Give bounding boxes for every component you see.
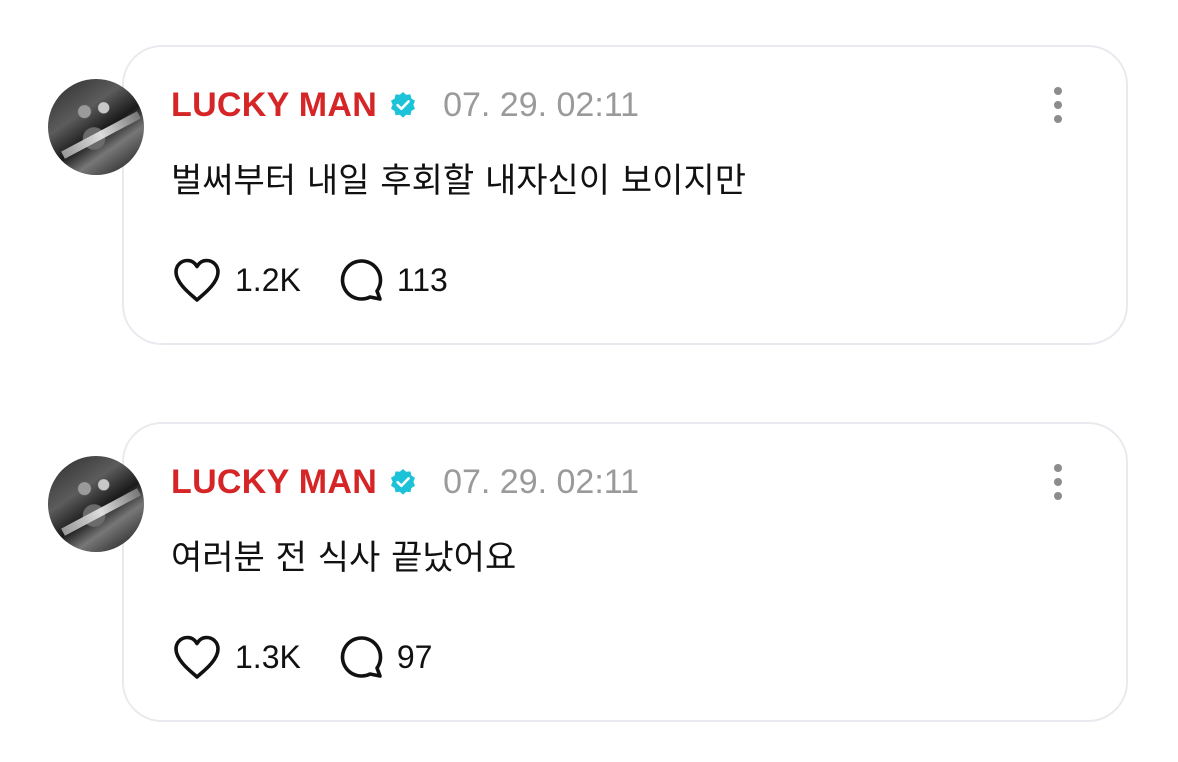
post-actions: 1.3K 97: [171, 632, 432, 682]
verified-badge-icon: [391, 469, 416, 495]
more-icon[interactable]: [1048, 464, 1068, 504]
comment-icon: [340, 259, 383, 301]
username[interactable]: LUCKY MAN: [171, 463, 377, 502]
heart-icon: [174, 258, 220, 302]
reply-button[interactable]: 113: [337, 257, 448, 303]
timestamp: 07. 29. 02:11: [443, 85, 640, 124]
post-header: LUCKY MAN 07. 29. 02:11: [171, 462, 639, 502]
avatar[interactable]: [48, 456, 144, 552]
post-card[interactable]: LUCKY MAN 07. 29. 02:11 여러분 전 식사 끝났어요 1.…: [48, 422, 1128, 722]
post-text: 벌써부터 내일 후회할 내자신이 보이지만: [171, 161, 746, 201]
like-count: 1.2K: [235, 261, 301, 298]
reply-count: 113: [396, 261, 448, 298]
like-button[interactable]: 1.3K: [171, 633, 301, 681]
like-button[interactable]: 1.2K: [171, 256, 301, 304]
timestamp: 07. 29. 02:11: [443, 462, 640, 501]
more-icon[interactable]: [1048, 87, 1068, 127]
reply-button[interactable]: 97: [337, 634, 433, 680]
post-actions: 1.2K 113: [171, 255, 448, 305]
heart-icon: [174, 635, 220, 679]
post-text: 여러분 전 식사 끝났어요: [171, 538, 517, 578]
comment-icon: [340, 636, 383, 678]
username[interactable]: LUCKY MAN: [171, 86, 377, 125]
reply-count: 97: [396, 638, 433, 675]
avatar[interactable]: [48, 79, 144, 175]
verified-badge-icon: [391, 92, 416, 118]
post-card[interactable]: LUCKY MAN 07. 29. 02:11 벌써부터 내일 후회할 내자신이…: [48, 45, 1128, 345]
like-count: 1.3K: [235, 638, 301, 675]
post-header: LUCKY MAN 07. 29. 02:11: [171, 85, 639, 125]
